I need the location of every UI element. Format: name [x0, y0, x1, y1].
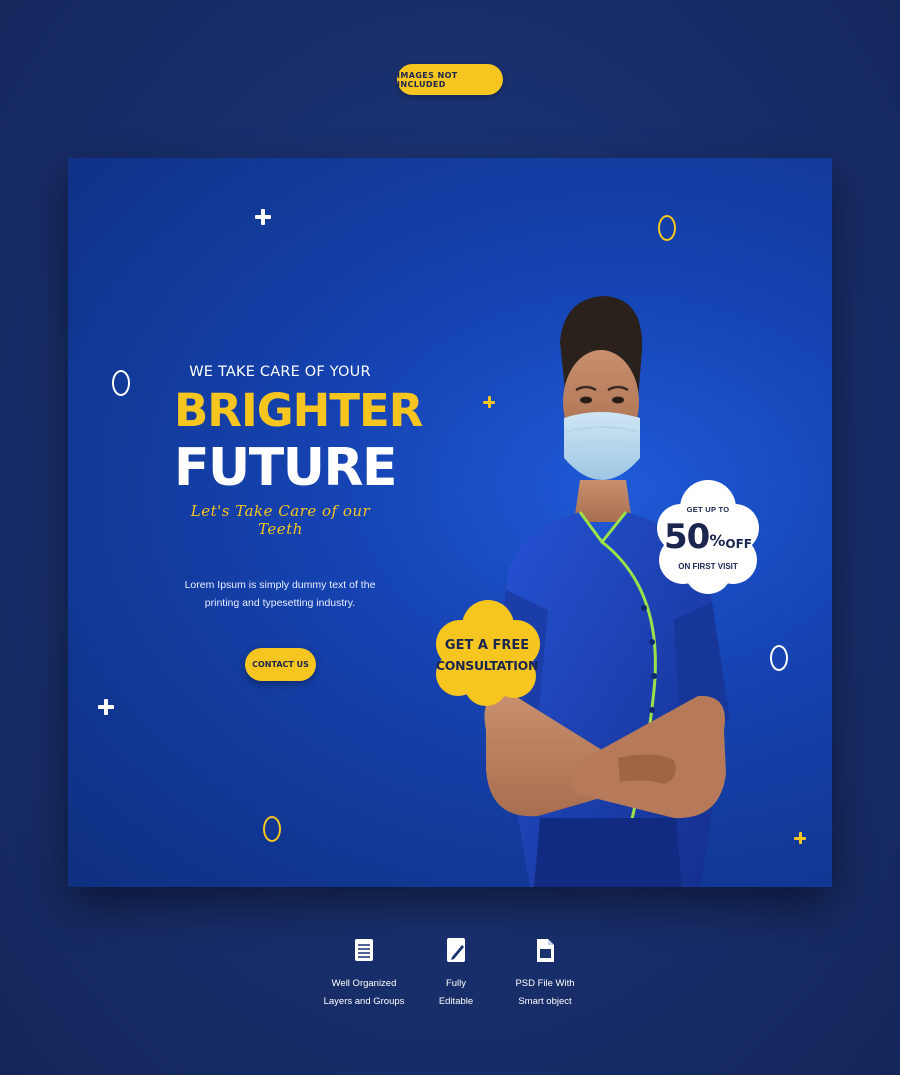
feature-label: PSD File With Smart object	[515, 978, 575, 1007]
page-canvas: IMAGES NOT INCLUDED WE TAKE CARE OF YOUR…	[0, 0, 900, 1075]
feature-psd: PSD File With Smart object	[490, 935, 600, 1011]
plus-icon	[794, 832, 806, 844]
consultation-line1: GET A FREE	[444, 638, 530, 653]
headline-kicker: WE TAKE CARE OF YOUR	[189, 364, 371, 380]
ring-icon	[112, 370, 130, 396]
plus-icon	[98, 699, 114, 715]
ring-icon	[770, 645, 788, 671]
dental-banner: WE TAKE CARE OF YOUR BRIGHTER FUTURE Let…	[68, 158, 832, 887]
offer-subline: ON FIRST VISIT	[678, 562, 738, 571]
images-not-included-badge: IMAGES NOT INCLUDED	[397, 64, 503, 95]
consultation-cloud: GET A FREE CONSULTATION	[428, 596, 546, 711]
discount-cloud: GET UP TO 50%OFF ON FIRST VISIT	[653, 478, 763, 598]
layers-icon	[355, 939, 373, 961]
plus-icon	[255, 209, 271, 225]
offer-off: OFF	[725, 537, 752, 551]
edit-icon	[447, 938, 465, 962]
features-row: Well Organized Layers and Groups Fully E…	[0, 935, 900, 1035]
contact-us-button[interactable]: CONTACT US	[245, 648, 316, 681]
offer-number: 50	[664, 517, 710, 557]
offer-amount: 50%OFF	[653, 517, 763, 564]
offer-kicker: GET UP TO	[686, 505, 730, 514]
ring-icon	[658, 215, 676, 241]
ring-icon	[263, 816, 281, 842]
body-text: Lorem Ipsum is simply dummy text of the …	[184, 579, 376, 609]
cloud-shape	[436, 600, 540, 706]
headline-brighter: BRIGHTER	[174, 384, 423, 437]
offer-percent: %	[709, 531, 725, 550]
script-tagline: Let's Take Care of our Teeth	[190, 502, 371, 538]
file-icon	[537, 939, 554, 962]
consultation-line2: CONSULTATION	[435, 658, 539, 673]
headline-future: FUTURE	[174, 438, 398, 498]
